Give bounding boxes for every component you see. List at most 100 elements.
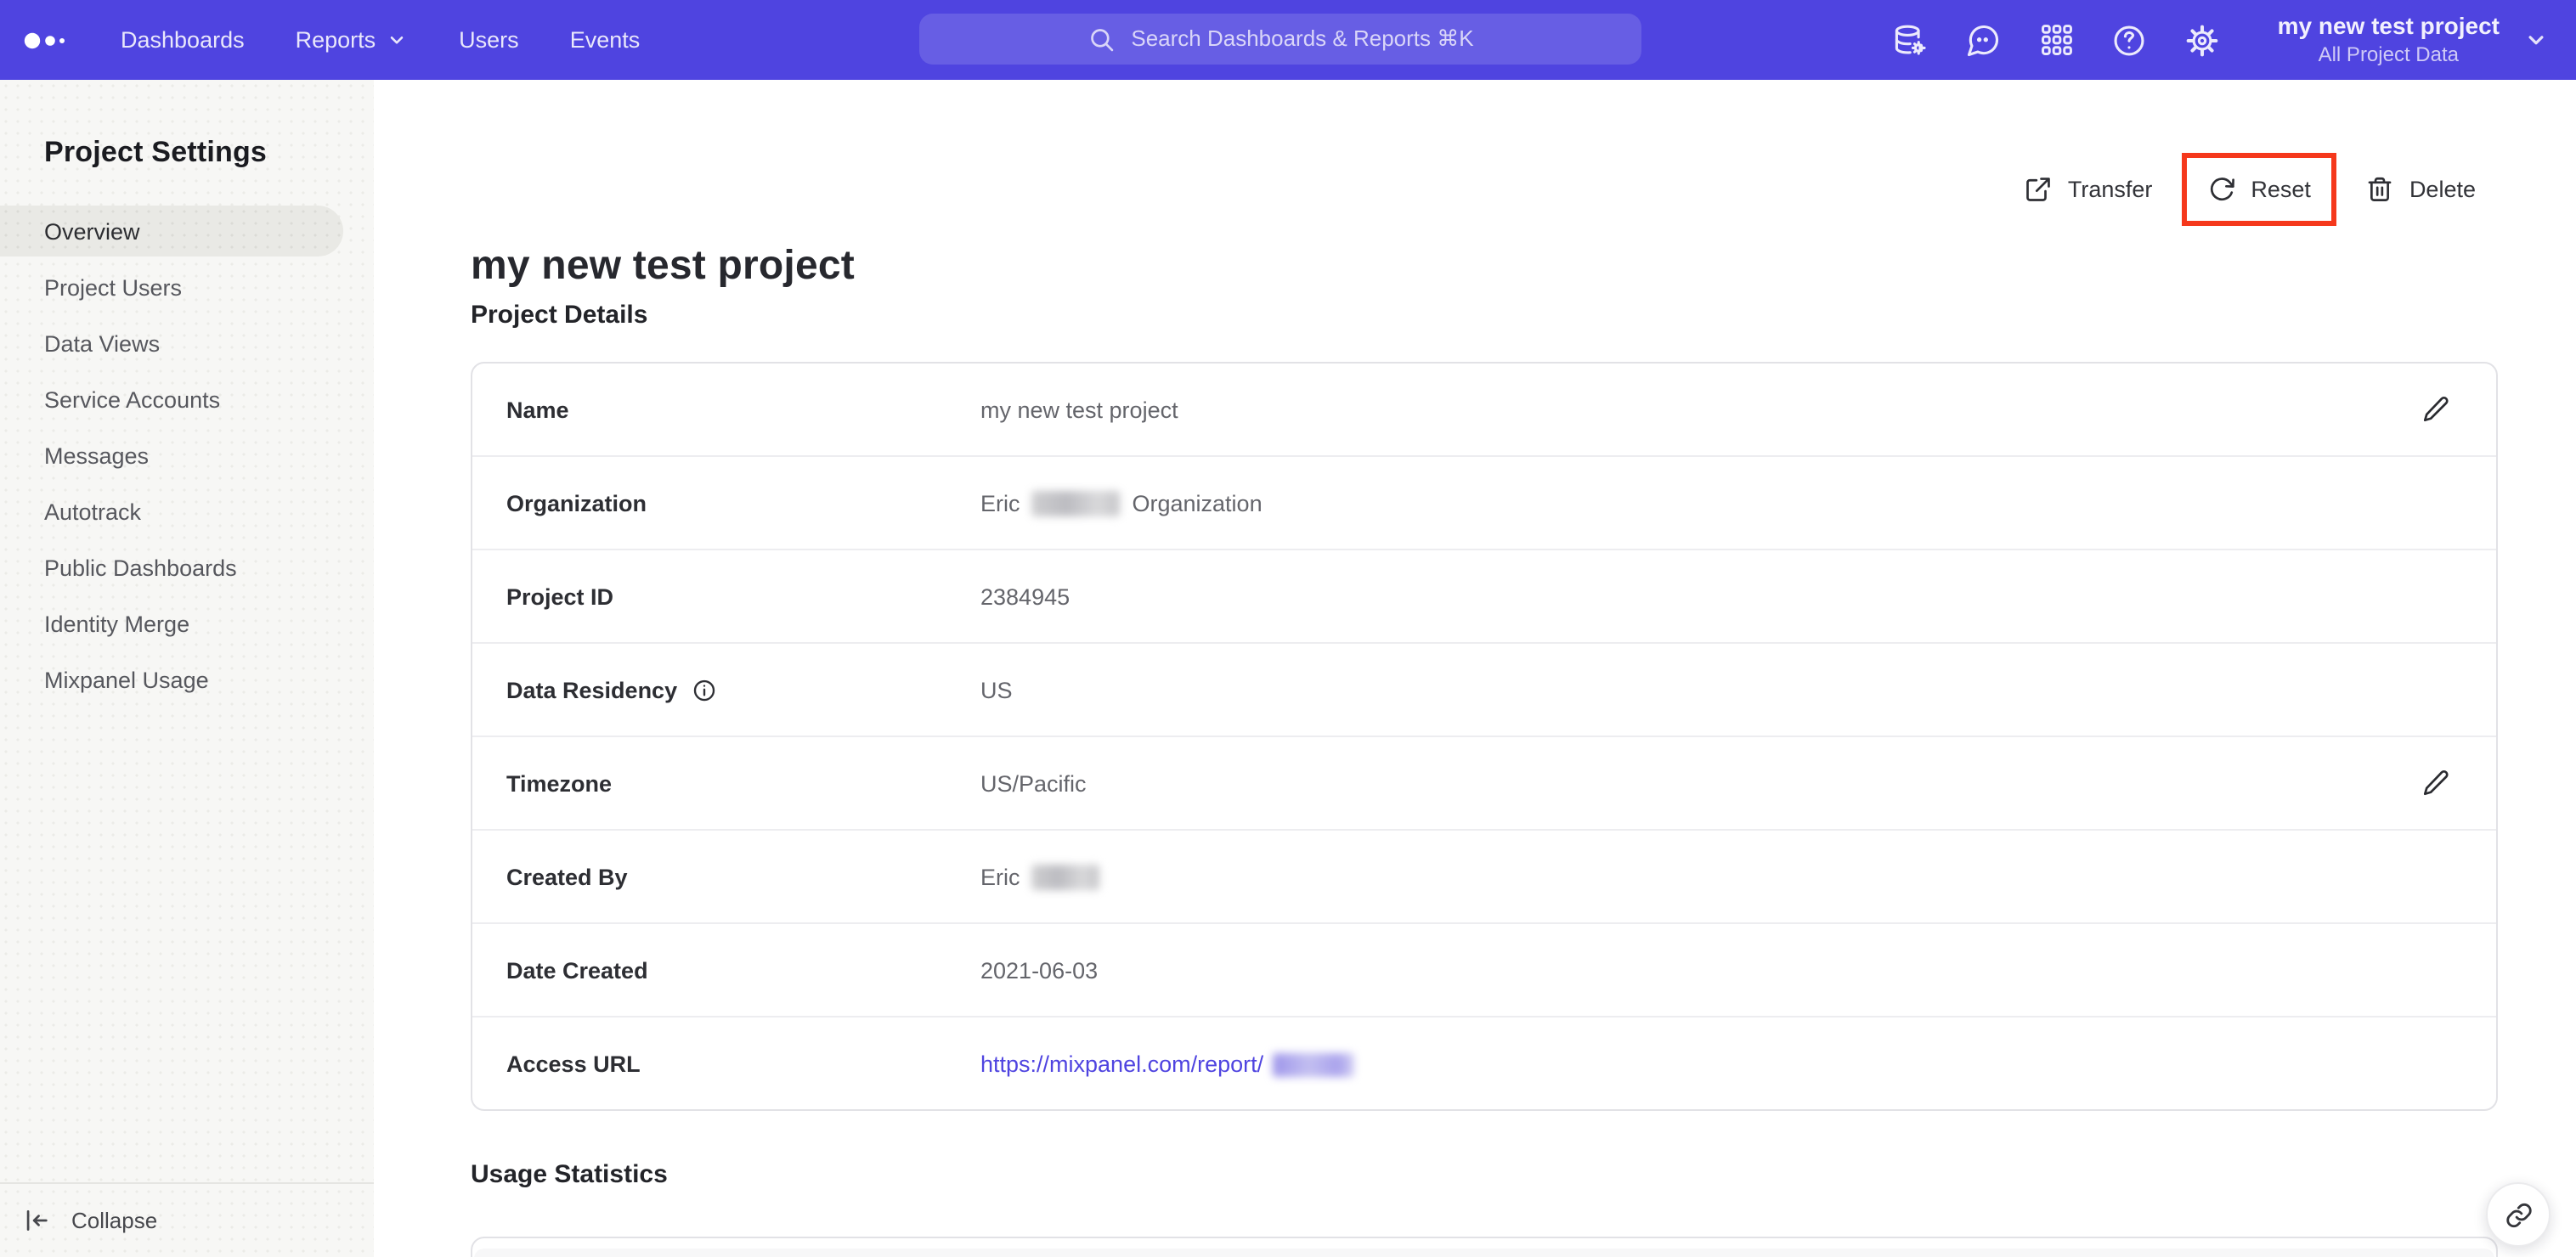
sidebar-item-overview[interactable]: Overview <box>0 206 343 256</box>
delete-button[interactable]: Delete <box>2340 153 2501 226</box>
row-value: Eric <box>980 864 1100 889</box>
sidebar-item-public-dashboards[interactable]: Public Dashboards <box>0 542 374 593</box>
row-value: 2021-06-03 <box>980 957 1098 983</box>
sidebar-item-identity-merge[interactable]: Identity Merge <box>0 598 374 649</box>
sidebar-item-label: Autotrack <box>44 499 142 524</box>
sidebar-item-data-views[interactable]: Data Views <box>0 318 374 369</box>
detail-row-created-by: Created By Eric <box>472 831 2496 924</box>
row-value-text: my new test project <box>980 397 1178 422</box>
detail-row-name: Name my new test project <box>472 364 2496 457</box>
mixpanel-dots-icon <box>24 31 65 48</box>
row-label-text: Name <box>506 397 569 422</box>
nav-item-events[interactable]: Events <box>545 0 666 80</box>
pencil-icon <box>2423 396 2449 422</box>
nav-item-dashboards[interactable]: Dashboards <box>95 0 270 80</box>
row-label-text: Date Created <box>506 957 648 983</box>
nav-item-label: Dashboards <box>121 27 245 53</box>
redacted-blur <box>1272 1052 1354 1076</box>
edit-timezone-button[interactable] <box>2421 769 2450 798</box>
row-value: https://mixpanel.com/report/ <box>980 1051 1354 1077</box>
chevron-down-icon <box>390 36 404 44</box>
detail-row-access-url: Access URL https://mixpanel.com/report/ <box>472 1017 2496 1111</box>
detail-row-timezone: Timezone US/Pacific <box>472 737 2496 831</box>
usage-table-header <box>474 1249 2494 1257</box>
search-icon <box>1090 28 1113 51</box>
row-label-text: Created By <box>506 864 628 889</box>
page-title: my new test project <box>471 243 855 289</box>
project-details-card: Name my new test project Organization Er… <box>471 362 2498 1111</box>
apps-grid-icon <box>2041 25 2072 55</box>
row-label: Name <box>506 397 980 422</box>
settings-gear-button[interactable] <box>2178 14 2229 65</box>
edit-name-button[interactable] <box>2421 395 2450 424</box>
project-switcher[interactable]: my new test project All Project Data <box>2278 13 2549 68</box>
row-value-text: US <box>980 677 1013 702</box>
apps-grid-button[interactable] <box>2031 14 2082 65</box>
mixpanel-logo[interactable] <box>17 16 78 64</box>
nav-item-users[interactable]: Users <box>433 0 545 80</box>
global-search-button[interactable]: Search Dashboards & Reports ⌘K <box>919 14 1641 65</box>
row-label: Created By <box>506 864 980 889</box>
sidebar-item-label: Project Users <box>44 274 183 300</box>
sidebar-item-service-accounts[interactable]: Service Accounts <box>0 374 374 425</box>
transfer-icon <box>2026 178 2050 201</box>
row-value-text: Eric <box>980 490 1020 516</box>
collapse-sidebar-button[interactable]: Collapse <box>0 1182 374 1257</box>
sidebar-item-messages[interactable]: Messages <box>0 430 374 481</box>
row-value: my new test project <box>980 397 1178 422</box>
sidebar-nav: Overview Project Users Data Views Servic… <box>0 206 374 705</box>
nav-item-label: Reports <box>295 27 376 53</box>
reset-label: Reset <box>2251 177 2311 202</box>
reset-icon <box>2210 178 2234 201</box>
sidebar-item-autotrack[interactable]: Autotrack <box>0 486 374 537</box>
row-label-text: Data Residency <box>506 677 678 702</box>
help-icon <box>2115 25 2145 55</box>
current-project-name: my new test project <box>2277 12 2500 40</box>
collapse-label: Collapse <box>71 1208 158 1233</box>
row-label: Access URL <box>506 1051 980 1077</box>
row-value-text: 2021-06-03 <box>980 957 1099 983</box>
help-button[interactable] <box>2104 14 2155 65</box>
search-placeholder: Search Dashboards & Reports ⌘K <box>1131 25 1474 51</box>
row-label-text: Access URL <box>506 1051 641 1077</box>
transfer-button[interactable]: Transfer <box>1998 153 2178 226</box>
collapse-panel-icon <box>26 1210 48 1231</box>
sidebar-item-label: Mixpanel Usage <box>44 667 209 692</box>
pencil-icon <box>2423 769 2449 796</box>
row-label-text: Timezone <box>506 770 613 796</box>
row-label: Project ID <box>506 583 980 609</box>
main-content: my new test project Transfer Reset Delet… <box>374 80 2576 1257</box>
data-management-button[interactable] <box>1885 14 1936 65</box>
sidebar-title: Project Settings <box>44 136 268 168</box>
detail-row-date-created: Date Created 2021-06-03 <box>472 924 2496 1017</box>
data-residency-info-button[interactable] <box>691 677 716 702</box>
details-section-heading: Project Details <box>471 301 648 330</box>
sidebar-item-label: Messages <box>44 442 150 468</box>
row-label-text: Organization <box>506 490 647 516</box>
sidebar-item-label: Data Views <box>44 330 161 356</box>
nav-item-label: Events <box>569 27 641 53</box>
copy-link-fab[interactable] <box>2486 1182 2551 1247</box>
nav-left-group: Dashboards Reports Users Events <box>0 0 665 80</box>
reset-button[interactable]: Reset <box>2181 153 2336 226</box>
access-url-link[interactable]: https://mixpanel.com/report/ <box>980 1051 1354 1077</box>
redacted-blur <box>1031 864 1100 889</box>
sidebar-item-mixpanel-usage[interactable]: Mixpanel Usage <box>0 654 374 705</box>
nav-item-reports[interactable]: Reports <box>270 0 434 80</box>
app-window: Dashboards Reports Users Events Search D… <box>0 0 2576 1257</box>
detail-row-data-residency: Data Residency US <box>472 644 2496 737</box>
row-value: Eric Organization <box>980 490 1263 516</box>
row-value: US <box>980 677 1013 702</box>
current-data-view: All Project Data <box>2318 42 2459 66</box>
feedback-button[interactable] <box>1958 14 2009 65</box>
redacted-blur <box>1031 490 1121 516</box>
detail-row-project-id: Project ID 2384945 <box>472 550 2496 644</box>
sidebar-item-label: Public Dashboards <box>44 555 237 580</box>
project-actions: Transfer Reset Delete <box>1998 153 2501 226</box>
sidebar-item-project-users[interactable]: Project Users <box>0 262 374 313</box>
row-label: Organization <box>506 490 980 516</box>
row-value-text: Eric <box>980 864 1020 889</box>
sidebar-item-label: Identity Merge <box>44 611 190 636</box>
row-label: Timezone <box>506 770 980 796</box>
row-value-text: Organization <box>1132 490 1263 516</box>
